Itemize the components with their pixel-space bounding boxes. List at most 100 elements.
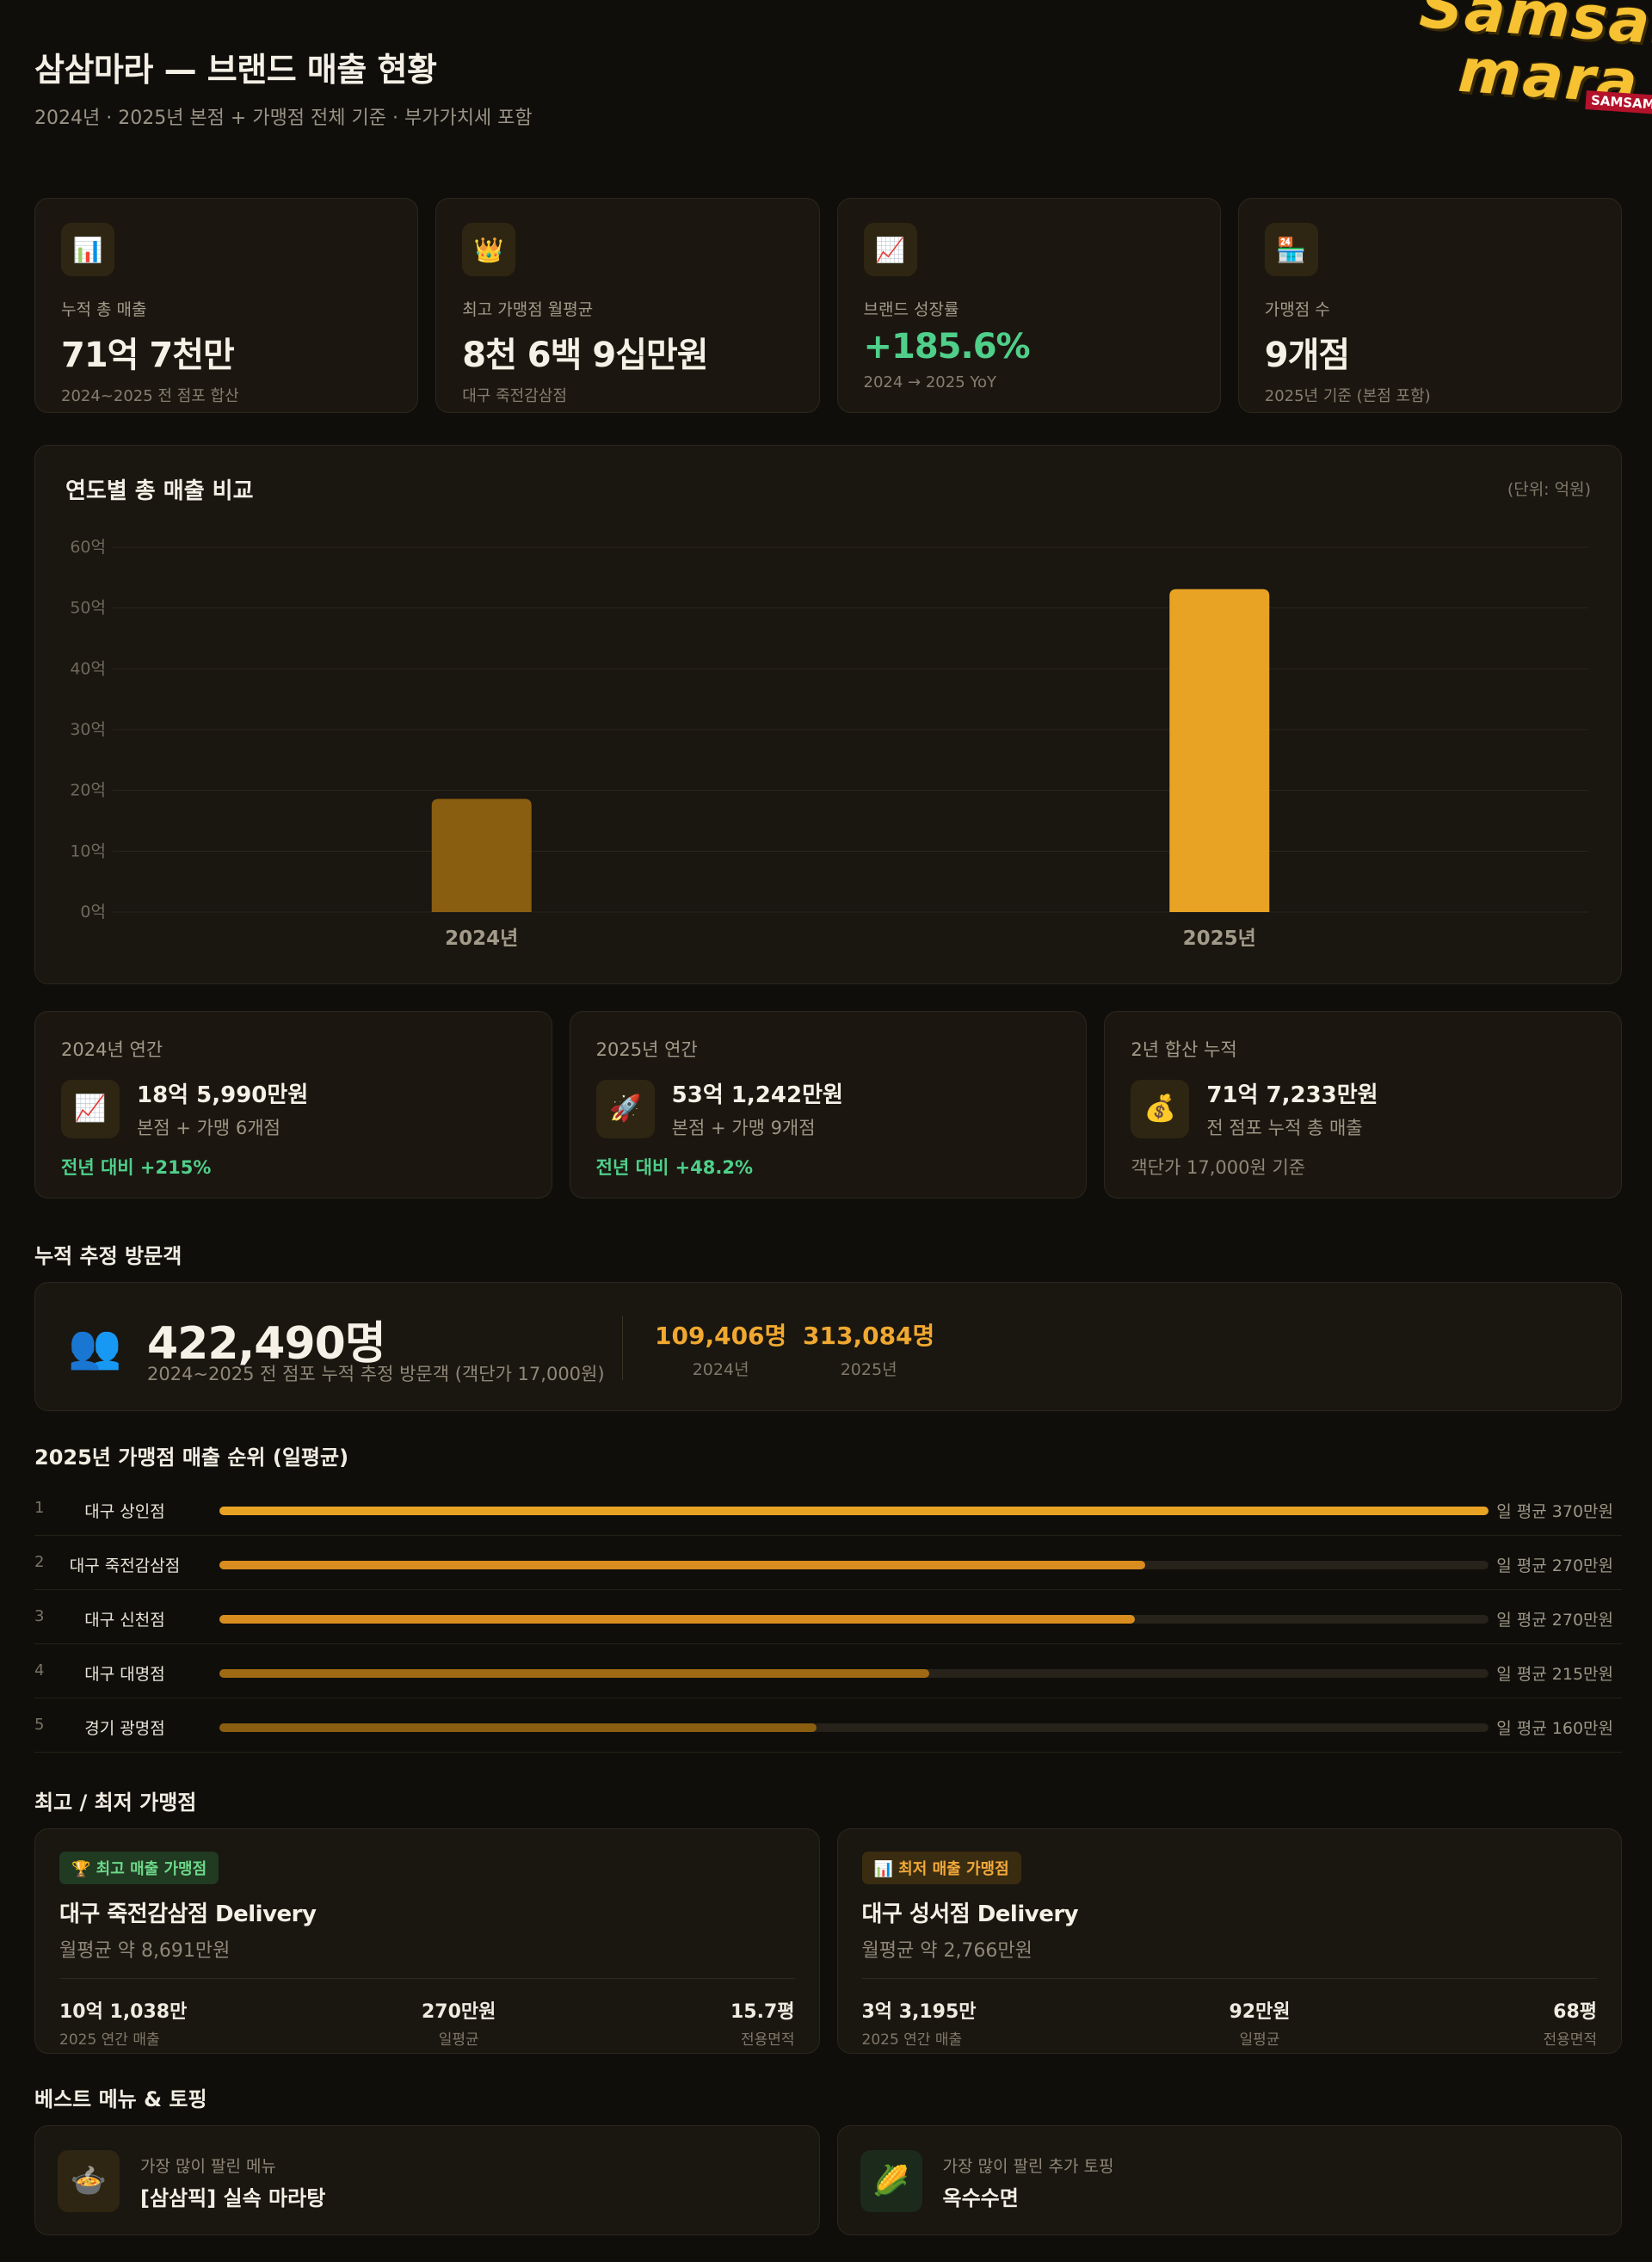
ranking-bar-fill [219, 1561, 1146, 1569]
x-tick-label: 2025년 [1183, 928, 1256, 950]
visitors-panel: 👥 422,490명 2024~2025 전 점포 누적 추정 방문객 (객단가… [34, 1282, 1622, 1411]
rank-number: 5 [34, 1716, 45, 1734]
ranking-value: 일 평균 270만원 [1496, 1611, 1613, 1630]
kpi-note: 대구 죽전감삼점 [462, 387, 567, 405]
stat-annual: 10억 1,038만 2025 연간 매출 [59, 1996, 187, 2049]
kpi-cards: 📊 누적 총 매출 71억 7천만 2024~2025 전 점포 합산 👑 최고… [34, 198, 1622, 413]
ranking-value: 일 평균 370만원 [1496, 1502, 1613, 1521]
ranking-value: 일 평균 160만원 [1496, 1719, 1613, 1738]
best-store-card: 🏆 최고 매출 가맹점 대구 죽전감삼점 Delivery 월평균 약 8,69… [34, 1828, 820, 2054]
divider [59, 1978, 795, 1979]
ranking-bar-track [219, 1669, 1489, 1678]
visitors-2024-label: 2024년 [692, 1360, 749, 1379]
visitors-desc: 2024~2025 전 점포 누적 추정 방문객 (객단가 17,000원) [147, 1364, 605, 1384]
kpi-value: 71억 7천만 [61, 336, 235, 375]
stat-area: 68평 전용면적 [1543, 1996, 1597, 2049]
crown-icon: 👑 [462, 223, 516, 276]
store-name: 경기 광명점 [84, 1719, 165, 1738]
ranking-bar-fill [219, 1507, 1489, 1515]
rocket-icon: 🚀 [595, 1079, 655, 1138]
x-tick-label: 2024년 [445, 928, 518, 950]
kpi-value: 9개점 [1264, 336, 1350, 375]
store-name: 대구 상인점 [84, 1502, 165, 1521]
trend-up-icon: 📈 [61, 1079, 120, 1138]
year-card-detail: 본점 + 가맹 9개점 [671, 1118, 816, 1138]
year-card-2025: 2025년 연간 🚀 53억 1,242만원 본점 + 가맹 9개점 전년 대비… [569, 1011, 1088, 1199]
year-card-note: 객단가 17,000원 기준 [1131, 1157, 1306, 1178]
stat-daily: 270만원 일평균 [422, 1996, 496, 2049]
yearly-sales-chart-panel: 연도별 총 매출 비교 (단위: 억원) 0억 10억 20억 30억 40억 50억 60… [34, 445, 1622, 984]
year-card-amount: 53억 1,242만원 [671, 1082, 843, 1108]
stat-value: 15.7평 [730, 2001, 795, 2023]
year-card-2024: 2024년 연간 📈 18억 5,990만원 본점 + 가맹 6개점 전년 대비… [34, 1011, 552, 1199]
stat-label: 2025 연간 매출 [861, 2031, 963, 2049]
menu-section-title: 베스트 메뉴 & 토핑 [34, 2087, 207, 2111]
page-title: 삼삼마라 — 브랜드 매출 현황 [34, 51, 437, 89]
rank-number: 1 [34, 1499, 45, 1517]
stat-annual: 3억 3,195만 2025 연간 매출 [862, 1996, 977, 2049]
y-tick-label: 0억 [80, 903, 106, 921]
visitors-2024-value: 109,406명 [655, 1322, 787, 1350]
year-card-detail: 전 점포 누적 총 매출 [1206, 1118, 1363, 1138]
best-menu-cards: 🍲 가장 많이 팔린 메뉴 [삼삼픽] 실속 마라탕 🌽 가장 많이 팔린 추가… [34, 2125, 1622, 2235]
corn-icon: 🌽 [860, 2150, 922, 2212]
visitors-section-title: 누적 추정 방문객 [34, 1244, 182, 1268]
kpi-value: +185.6% [863, 327, 1031, 367]
kpi-label: 가맹점 수 [1264, 300, 1330, 319]
y-tick-label: 60억 [70, 538, 106, 557]
worst-store-card: 📊 최저 매출 가맹점 대구 성서점 Delivery 월평균 약 2,766만… [836, 1828, 1622, 2054]
kpi-card-growth: 📈 브랜드 성장률 +185.6% 2024 → 2025 YoY [836, 198, 1221, 413]
ranking-row: 4 대구 대명점 일 평균 215만원 [34, 1644, 1622, 1698]
stat-daily: 92만원 일평균 [1229, 1996, 1290, 2049]
ranking-bar-track [219, 1615, 1489, 1624]
kpi-label: 누적 총 매출 [61, 300, 147, 319]
stat-label: 전용면적 [740, 2031, 795, 2049]
yearly-summary-cards: 2024년 연간 📈 18억 5,990만원 본점 + 가맹 6개점 전년 대비… [34, 1011, 1623, 1199]
stat-value: 270만원 [421, 2001, 496, 2023]
page-subtitle: 2024년 · 2025년 본점 + 가맹점 전체 기준 · 부가가치세 포함 [34, 108, 533, 129]
visitors-2025: 313,084명 2025년 [803, 1317, 934, 1380]
worst-store-avg: 월평균 약 2,766만원 [861, 1940, 1032, 1962]
ranking-bar-track [219, 1723, 1489, 1732]
store-icon: 🏪 [1264, 223, 1318, 276]
rank-number: 3 [34, 1607, 45, 1625]
stat-label: 전용면적 [1543, 2031, 1597, 2049]
best-store-name: 대구 죽전감삼점 Delivery [59, 1901, 317, 1927]
year-card-detail: 본점 + 가맹 6개점 [137, 1118, 280, 1138]
stat-label: 일평균 [1239, 2031, 1280, 2049]
y-tick-label: 10억 [70, 841, 106, 860]
year-card-growth: 전년 대비 +48.2% [595, 1157, 754, 1178]
worst-store-badge: 📊 최저 매출 가맹점 [861, 1852, 1021, 1884]
kpi-note: 2024 → 2025 YoY [863, 373, 996, 391]
ranking-bar-fill [219, 1669, 930, 1678]
bar-2025년 [1169, 589, 1270, 912]
divider [622, 1316, 623, 1380]
year-card-label: 2년 합산 누적 [1131, 1039, 1237, 1060]
rank-number: 2 [34, 1553, 45, 1571]
stat-value: 3억 3,195만 [861, 2001, 977, 2023]
bar-2024년 [431, 798, 532, 912]
ranking-bar-track [219, 1561, 1489, 1569]
store-name: 대구 대명점 [84, 1665, 165, 1684]
store-name: 대구 신천점 [84, 1611, 165, 1630]
best-store-badge: 🏆 최고 매출 가맹점 [59, 1852, 219, 1884]
page-header: 삼삼마라 — 브랜드 매출 현황 2024년 · 2025년 본점 + 가맹점 … [34, 43, 533, 130]
year-card-label: 2024년 연간 [61, 1039, 163, 1060]
kpi-note: 2024~2025 전 점포 합산 [61, 387, 239, 405]
ranking-row: 2 대구 죽전감삼점 일 평균 270만원 [34, 1536, 1622, 1590]
ranking-value: 일 평균 270만원 [1496, 1556, 1613, 1575]
best-menu-card: 🍲 가장 많이 팔린 메뉴 [삼삼픽] 실속 마라탕 [34, 2125, 820, 2235]
rank-number: 4 [34, 1661, 45, 1680]
ranking-section-title: 2025년 가맹점 매출 순위 (일평균) [34, 1445, 349, 1470]
stat-label: 2025 연간 매출 [59, 2031, 160, 2049]
brand-logo: Samsam mara SAMSAM [1398, 0, 1652, 129]
year-card-growth: 전년 대비 +215% [61, 1157, 212, 1178]
money-bag-icon: 💰 [1131, 1079, 1190, 1138]
visitors-2024: 109,406명 2024년 [655, 1317, 786, 1380]
stat-value: 10억 1,038만 [59, 2001, 188, 2023]
trend-up-icon: 📈 [863, 223, 917, 276]
best-topping-value: 옥수수면 [942, 2186, 1019, 2210]
best-menu-value: [삼삼픽] 실속 마라탕 [140, 2186, 326, 2210]
divider [861, 1978, 1597, 1979]
kpi-label: 최고 가맹점 월평균 [462, 300, 594, 319]
